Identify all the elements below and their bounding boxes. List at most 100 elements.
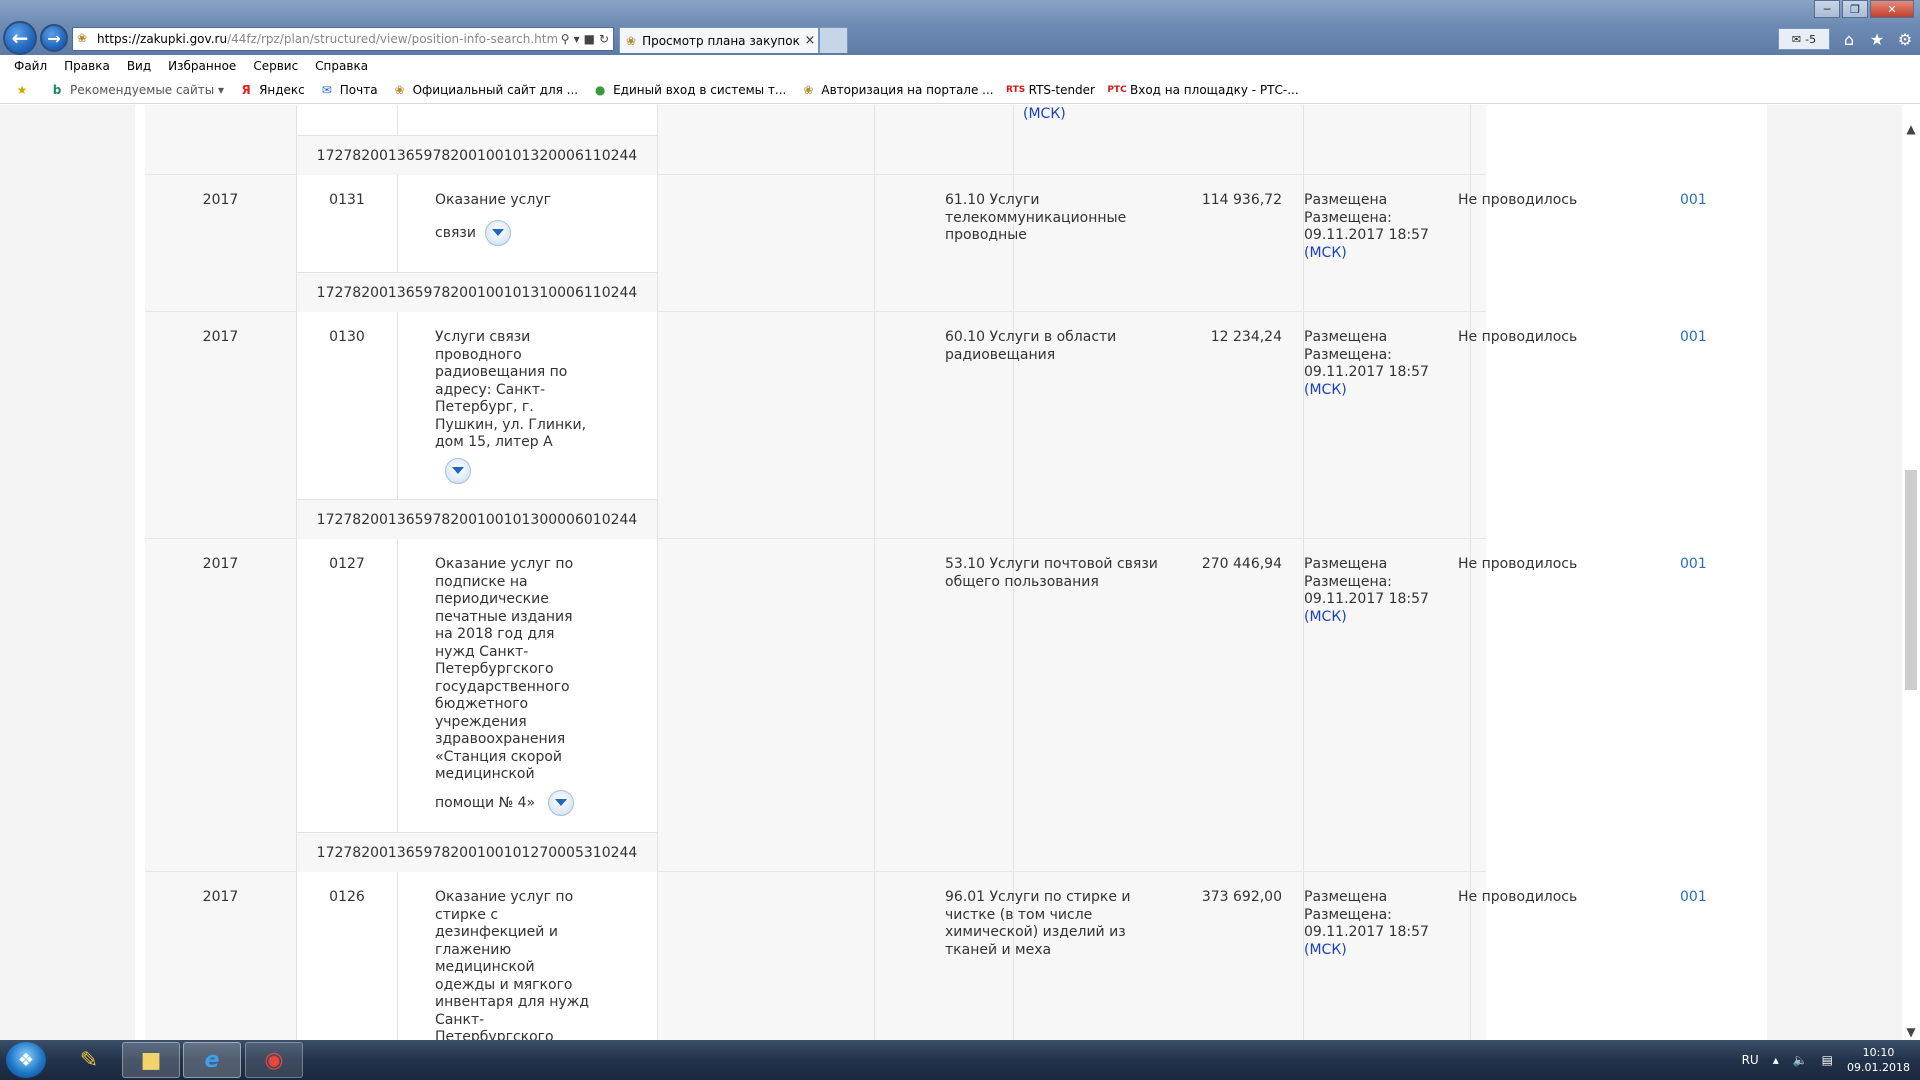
status-timezone-link[interactable]: (МСК)	[1304, 942, 1444, 960]
refresh-icon[interactable]: ↻	[599, 32, 609, 46]
lot-link[interactable]: 001	[1680, 889, 1707, 907]
status-cell: Размещена Размещена: 09.11.2017 18:57 (М…	[1304, 556, 1444, 626]
status-timezone-link[interactable]: (МСК)	[1304, 609, 1444, 627]
add-favorite-icon: ★	[16, 83, 28, 97]
number-cell: 0130	[329, 329, 365, 345]
amount-cell: 270 446,94	[1201, 556, 1282, 572]
scroll-thumb[interactable]	[1905, 470, 1917, 690]
browser-right-tools: ✉ -5 ⌂ ★ ⚙	[1778, 28, 1914, 50]
status-timezone-link[interactable]: (МСК)	[1304, 245, 1444, 263]
procedure-cell: Не проводилось	[1458, 556, 1578, 572]
menu-view[interactable]: Вид	[127, 59, 151, 73]
fav-official-site[interactable]: ❀ Официальный сайт для ...	[392, 82, 579, 98]
fav-authorization[interactable]: ❀ Авторизация на портале ...	[800, 82, 993, 98]
clock[interactable]: 10:10 09.01.2018	[1847, 1045, 1910, 1075]
fav-recommended[interactable]: b Рекомендуемые сайты ▾	[49, 82, 224, 98]
favorites-star[interactable]: ★	[14, 82, 35, 98]
amount-cell: 12 234,24	[1210, 329, 1282, 345]
yandex-icon: Я	[241, 83, 251, 97]
back-button[interactable]: ←	[3, 21, 37, 55]
table-row: 2017 0126 Оказание услуг по стирке с дез…	[145, 872, 1707, 1040]
menu-edit[interactable]: Правка	[64, 59, 110, 73]
okpd-cell: 96.01 Услуги по стирке и чистке (в том ч…	[945, 889, 1131, 958]
scroll-up-button[interactable]: ▲	[1902, 121, 1920, 137]
taskbar-app-paint[interactable]: ✎	[60, 1042, 118, 1078]
table-row: 2017 0127 Оказание услуг по подписке на …	[145, 539, 1707, 872]
system-tray: RU ▴ 🔈 ▤ 10:10 09.01.2018	[1742, 1040, 1910, 1080]
lot-link[interactable]: 001	[1680, 556, 1707, 574]
close-icon[interactable]: ×	[802, 33, 818, 48]
status-timezone-link[interactable]: (МСК)	[1304, 382, 1444, 400]
fav-rtc-platform[interactable]: РТС Вход на площадку - РТС-...	[1107, 82, 1298, 98]
rtc-icon: РТС	[1107, 85, 1127, 95]
menu-favorites[interactable]: Избранное	[168, 59, 236, 73]
fav-mail[interactable]: ✉ Почта	[319, 82, 378, 98]
forward-button[interactable]: →	[40, 24, 68, 52]
home-icon[interactable]: ⌂	[1840, 30, 1858, 49]
globe-icon: ●	[594, 83, 606, 97]
menu-file[interactable]: Файл	[14, 59, 47, 73]
fav-label: RTS-tender	[1028, 83, 1095, 97]
minimize-button[interactable]: ─	[1814, 0, 1840, 18]
maximize-button[interactable]: ❐	[1842, 0, 1868, 18]
address-bar[interactable]: ❀ https://zakupki.gov.ru/44fz/rpz/plan/s…	[72, 27, 614, 51]
amount-cell: 373 692,00	[1201, 889, 1282, 905]
expand-button[interactable]	[548, 789, 575, 816]
star-icon[interactable]: ★	[1868, 30, 1886, 49]
favorites-bar: ★ b Рекомендуемые сайты ▾ Я Яндекс ✉ Почта …	[0, 77, 1920, 104]
lot-link[interactable]: 001	[1680, 192, 1707, 210]
clock-date: 09.01.2018	[1847, 1061, 1910, 1074]
scroll-down-button[interactable]: ▼	[1902, 1024, 1920, 1040]
status-timezone-link[interactable]: (МСК)	[1023, 106, 1066, 122]
lot-link[interactable]: 001	[1680, 329, 1707, 347]
fav-rts-tender[interactable]: RTS RTS-tender	[1006, 82, 1095, 98]
table-row-partial: (МСК) 1727820013659782001001013200061102…	[145, 105, 1486, 175]
url-text[interactable]: https://zakupki.gov.ru/44fz/rpz/plan/str…	[97, 32, 557, 46]
feeds-button[interactable]: ✉ -5	[1778, 28, 1830, 50]
fav-label: Почта	[339, 83, 378, 97]
language-indicator[interactable]: RU	[1742, 1053, 1759, 1067]
table-row: 2017 0131 Оказание услуг связи 61.10 Усл…	[145, 175, 1707, 312]
lock-icon[interactable]: ■	[584, 32, 595, 46]
vertical-scrollbar[interactable]: ▲ ▼	[1902, 105, 1920, 1040]
fav-yandex[interactable]: Я Яндекс	[238, 82, 304, 98]
address-tools: ⚲ ▾ ■ ↻	[557, 32, 613, 46]
site-emblem-icon: ❀	[626, 33, 637, 48]
fav-label: Официальный сайт для ...	[412, 83, 579, 97]
registry-code: 172782001365978200100101270005310244	[297, 832, 657, 872]
taskbar-app-chrome[interactable]: ◉	[245, 1042, 303, 1078]
minimize-icon: ─	[1823, 2, 1831, 16]
dropdown-icon[interactable]: ▾	[574, 32, 580, 46]
taskbar-app-internet-explorer[interactable]: e	[183, 1042, 241, 1078]
tab-title: Просмотр плана закупок	[642, 33, 800, 48]
menu-tools[interactable]: Сервис	[253, 59, 298, 73]
menu-help[interactable]: Справка	[315, 59, 368, 73]
search-icon[interactable]: ⚲	[561, 32, 570, 46]
tab-procurement-plan[interactable]: ❀ Просмотр плана закупок ×	[619, 27, 819, 53]
expand-button[interactable]	[484, 219, 511, 246]
taskbar: ❖ ✎ ■ e ◉ RU ▴ 🔈 ▤ 10:10 09.01.2018	[0, 1040, 1920, 1080]
chrome-icon: ◉	[264, 1047, 284, 1073]
network-icon[interactable]: ▤	[1822, 1053, 1833, 1067]
tray-expand-icon[interactable]: ▴	[1773, 1053, 1779, 1067]
new-tab-button[interactable]	[819, 27, 848, 53]
taskbar-app-explorer[interactable]: ■	[122, 1042, 180, 1078]
url-host: https://zakupki.gov.ru	[97, 32, 228, 46]
gear-icon[interactable]: ⚙	[1896, 30, 1914, 49]
internet-explorer-icon: e	[204, 1047, 220, 1073]
name-cell: Оказание услуг связи	[435, 192, 645, 246]
fav-label: Единый вход в системы т...	[613, 83, 787, 97]
procedure-cell: Не проводилось	[1458, 329, 1578, 345]
url-path: /44fz/rpz/plan/structured/view/position-…	[227, 32, 557, 46]
fav-single-login[interactable]: ● Единый вход в системы т...	[592, 82, 787, 98]
feeds-count: -5	[1805, 32, 1817, 46]
expand-button[interactable]	[445, 457, 471, 484]
year-cell: 2017	[202, 889, 239, 905]
folder-icon: ■	[140, 1047, 162, 1073]
arrow-left-icon: ←	[11, 26, 29, 50]
close-window-button[interactable]: ✕	[1870, 0, 1914, 18]
volume-icon[interactable]: 🔈	[1793, 1053, 1808, 1067]
start-button[interactable]: ❖	[6, 1042, 46, 1078]
okpd-cell: 60.10 Услуги в области радиовещания	[945, 329, 1117, 363]
arrow-right-icon: →	[47, 28, 61, 48]
